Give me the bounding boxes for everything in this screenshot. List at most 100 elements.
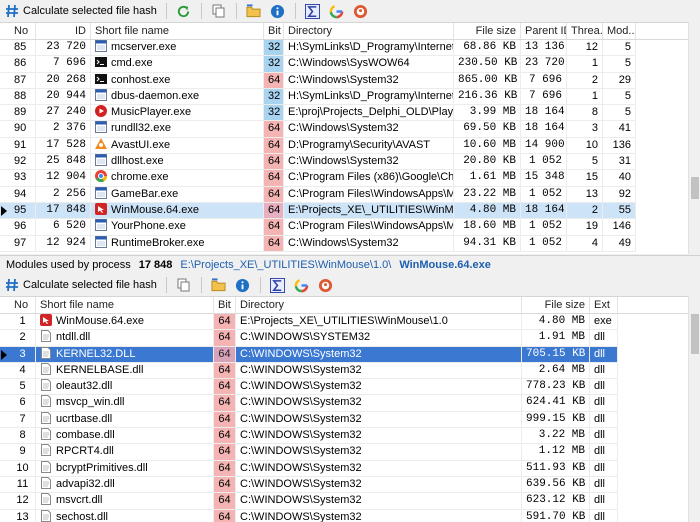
modules-file-info-button[interactable] [231,275,255,295]
process-path-link[interactable]: E:\Projects_XE\_UTILITIES\WinMouse\1.0\ [180,259,391,271]
col-no-header[interactable]: No [10,23,36,39]
modules-calculate-hash-button[interactable]: Calculate selected file hash [0,275,161,295]
cell-directory: C:\Windows\System32 [284,235,454,252]
col-id-header[interactable]: ID [36,23,91,39]
module-row[interactable]: 7 ucrtbase.dll 64 C:\WINDOWS\System32 999.15… [0,411,700,429]
cell-id: 17 528 [36,137,91,155]
module-row[interactable]: 12 msvcrt.dll 64 C:\WINDOWS\System32 623.12 … [0,493,700,510]
music-file-icon [95,105,107,118]
modules-toolbar: Calculate selected file hash [0,274,700,296]
file-name-text: ucrtbase.dll [56,412,113,425]
hash-icon [4,3,20,19]
cell-id: 27 240 [36,105,91,122]
refresh-button[interactable] [172,1,196,21]
app-file-icon [95,186,107,199]
row-gutter [0,461,10,477]
module-row[interactable]: 4 KERNELBASE.dll 64 C:\WINDOWS\System32 2.64… [0,362,700,380]
modules-google-search-button[interactable] [290,275,314,295]
cell-no: 3 [10,346,36,363]
col-threads-header[interactable]: Threa... [567,23,603,39]
cell-ext: dll [590,330,618,347]
modules-open-folder-button[interactable] [207,275,231,295]
modules-sum-button[interactable] [266,275,290,295]
cell-size: 94.31 KB [454,235,521,252]
module-row-selected[interactable]: 3 KERNEL32.DLL 64 C:\WINDOWS\System32 705.15… [0,346,700,363]
col-size-header[interactable]: File size [522,297,590,313]
table-row-selected[interactable]: 95 17 848 WinMouse.64.exe 64 E:\Projects_XE\… [0,202,700,220]
col-ext-header[interactable]: Ext [590,297,618,313]
cell-size: 623.12 KB [522,493,590,510]
cell-bit: 32 [264,56,284,73]
module-row[interactable]: 11 advapi32.dll 64 C:\WINDOWS\System32 639.5… [0,476,700,494]
col-bit-header[interactable]: Bit [264,23,284,39]
app-file-icon [95,154,107,167]
table-row[interactable]: 85 23 720 mcserver.exe 32 H:\SymLinks\D_Prog… [0,40,700,57]
cell-name: rundll32.exe [91,121,264,138]
copy-button[interactable] [207,1,231,21]
cell-threads: 12 [567,40,603,57]
process-toolbar: Calculate selected file hash [0,0,700,22]
cell-id: 12 904 [36,170,91,187]
col-name-header[interactable]: Short file name [91,23,264,39]
module-row[interactable]: 13 sechost.dll 64 C:\WINDOWS\System32 591.70… [0,509,700,522]
table-row[interactable]: 90 2 376 rundll32.exe 64 C:\Windows\System32… [0,121,700,138]
table-row[interactable]: 86 7 696 cmd.exe 32 C:\Windows\SysWOW64 230.5… [0,56,700,73]
col-name-header[interactable]: Short file name [36,297,214,313]
table-row[interactable]: 96 6 520 YourPhone.exe 64 C:\Program Files\W… [0,219,700,236]
table-row[interactable]: 88 20 944 dbus-daemon.exe 32 H:\SymLinks\D_P… [0,88,700,106]
cell-name: conhost.exe [91,72,264,89]
col-size-header[interactable]: File size [454,23,521,39]
col-modules-header[interactable]: Mod... [603,23,636,39]
table-row[interactable]: 97 12 924 RuntimeBroker.exe 64 C:\Windows\Sy… [0,235,700,252]
table-row[interactable]: 94 2 256 GameBar.exe 64 C:\Program Files\Win… [0,186,700,203]
module-row[interactable]: 2 ntdll.dll 64 C:\WINDOWS\SYSTEM32 1.91 MB dl… [0,330,700,347]
google-search-button[interactable] [325,1,349,21]
module-row[interactable]: 6 msvcp_win.dll 64 C:\WINDOWS\System32 624.4… [0,395,700,412]
module-row[interactable]: 5 oleaut32.dll 64 C:\WINDOWS\System32 778.23… [0,379,700,396]
cell-size: 705.15 KB [522,346,590,363]
modules-duckduckgo-search-button[interactable] [314,275,338,295]
table-row[interactable]: 87 20 268 conhost.exe 64 C:\Windows\System32… [0,72,700,89]
cell-no: 10 [10,460,36,477]
modules-scrollbar-thumb[interactable] [691,314,699,354]
cell-id: 20 944 [36,88,91,106]
module-row[interactable]: 10 bcryptPrimitives.dll 64 C:\WINDOWS\Syste… [0,460,700,477]
cell-id: 23 720 [36,40,91,57]
toolbar-separator [165,277,167,293]
modules-copy-button[interactable] [172,275,196,295]
file-name-text: rundll32.exe [111,122,171,135]
cell-bit: 32 [264,88,284,106]
open-folder-button[interactable] [242,1,266,21]
file-info-button[interactable] [266,1,290,21]
process-file-link[interactable]: WinMouse.64.exe [399,259,491,271]
cell-bit: 64 [214,395,236,412]
module-row[interactable]: 8 combase.dll 64 C:\WINDOWS\System32 3.22 MB… [0,428,700,445]
process-scrollbar[interactable] [688,22,700,254]
col-no-header[interactable]: No [10,297,36,313]
cell-modules: 5 [603,56,636,73]
table-row[interactable]: 92 25 848 dllhost.exe 64 C:\Windows\System32… [0,154,700,171]
module-row[interactable]: 9 RPCRT4.dll 64 C:\WINDOWS\System32 1.12 MB d… [0,444,700,461]
col-parent-id-header[interactable]: Parent ID [521,23,567,39]
col-directory-header[interactable]: Directory [236,297,522,313]
table-row[interactable]: 89 27 240 MusicPlayer.exe 32 E:\proj\Project… [0,105,700,122]
col-bit-header[interactable]: Bit [214,297,236,313]
process-scrollbar-thumb[interactable] [691,177,699,199]
cell-bit: 64 [214,493,236,510]
cell-size: 591.70 KB [522,509,590,522]
calculate-hash-button[interactable]: Calculate selected file hash [0,1,161,21]
file-name-text: conhost.exe [111,73,171,86]
cell-no: 97 [10,235,36,252]
duckduckgo-search-button[interactable] [349,1,373,21]
modules-scrollbar[interactable] [688,296,700,522]
dll-file-icon [40,411,52,424]
cell-name: dbus-daemon.exe [91,88,264,106]
sum-button[interactable] [301,1,325,21]
col-directory-header[interactable]: Directory [284,23,454,39]
cell-bit: 64 [214,346,236,363]
info-icon [235,277,251,293]
dll-file-icon [40,493,52,506]
module-row[interactable]: 1 WinMouse.64.exe 64 E:\Projects_XE\_UTILIT… [0,314,700,331]
table-row[interactable]: 93 12 904 chrome.exe 64 C:\Program Files (x8… [0,170,700,187]
table-row[interactable]: 91 17 528 AvastUI.exe 64 D:\Programy\Securit… [0,137,700,155]
